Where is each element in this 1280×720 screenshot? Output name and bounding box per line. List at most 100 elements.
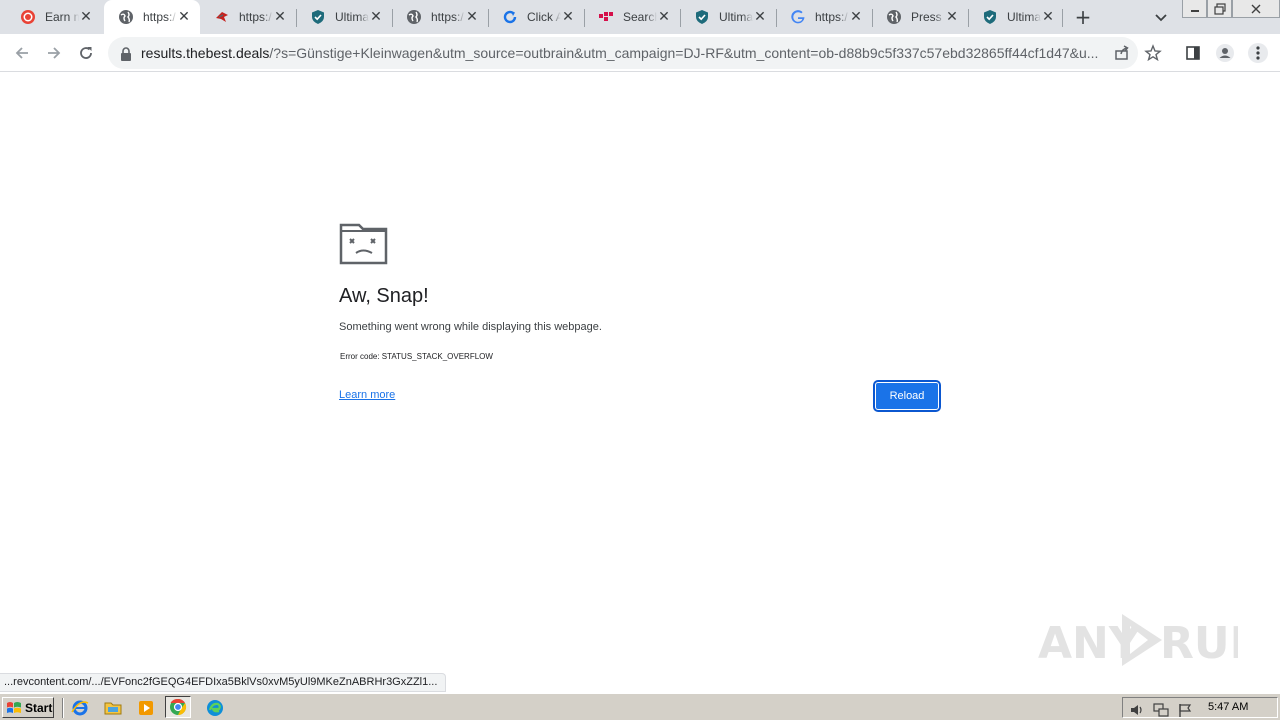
close-icon[interactable]: ✕ — [272, 9, 288, 25]
tab-click[interactable]: Click Al ✕ — [488, 0, 584, 34]
tab-ultima-1[interactable]: Ultima ✕ — [296, 0, 392, 34]
url-host: results.thebest.deals — [141, 45, 270, 61]
tab-divider — [392, 9, 393, 27]
restore-button[interactable] — [1207, 0, 1232, 18]
window-controls — [1182, 0, 1280, 18]
clock[interactable]: 5:47 AM — [1208, 701, 1248, 713]
windows-logo-icon — [7, 701, 21, 713]
close-icon[interactable]: ✕ — [752, 9, 768, 25]
tab-active[interactable]: https:/ ✕ — [104, 0, 200, 34]
share-icon[interactable] — [1113, 44, 1131, 66]
back-button[interactable] — [10, 41, 34, 65]
close-window-button[interactable] — [1232, 0, 1280, 18]
search-brand-icon — [598, 9, 614, 25]
close-icon[interactable]: ✕ — [656, 9, 672, 25]
tab-label: Ultima — [335, 10, 369, 24]
tab-label: Click Al — [527, 10, 561, 24]
tab-label: https:/ — [431, 10, 464, 24]
minimize-button[interactable] — [1182, 0, 1207, 18]
chrome-taskbar-icon[interactable] — [165, 696, 191, 718]
ie-icon[interactable] — [70, 698, 90, 718]
watermark-run: RUN — [1160, 618, 1238, 669]
tab-ultima-2[interactable]: Ultima ✕ — [680, 0, 776, 34]
shield-icon — [694, 9, 710, 25]
windows-taskbar: Start 5:47 AM — [0, 693, 1280, 720]
tab-divider — [872, 9, 873, 27]
close-icon[interactable]: ✕ — [368, 9, 384, 25]
start-label: Start — [25, 700, 53, 715]
link-status-bubble: ...revcontent.com/.../EVFonc2fGEQG4EFDIx… — [0, 673, 447, 692]
tab-earn[interactable]: Earn m ✕ — [6, 0, 102, 34]
tab-divider — [680, 9, 681, 27]
close-icon[interactable]: ✕ — [944, 9, 960, 25]
tab-press[interactable]: Press ✕ — [872, 0, 968, 34]
profile-avatar-icon[interactable] — [1213, 41, 1237, 65]
close-icon[interactable]: ✕ — [1040, 9, 1056, 25]
error-title: Aw, Snap! — [339, 285, 429, 307]
refresh-icon — [502, 9, 518, 25]
globe-icon — [118, 9, 134, 25]
tab-google[interactable]: https:/ ✕ — [776, 0, 872, 34]
tab-label: https:/ — [815, 10, 848, 24]
folder-icon[interactable] — [103, 698, 123, 718]
close-icon[interactable]: ✕ — [560, 9, 576, 25]
close-icon[interactable]: ✕ — [464, 9, 480, 25]
network-icon[interactable] — [1153, 702, 1169, 718]
side-panel-icon[interactable] — [1181, 41, 1205, 65]
error-code: Error code: STATUS_STACK_OVERFLOW — [340, 352, 493, 361]
learn-more-link[interactable]: Learn more — [339, 389, 395, 401]
tab-label: Ultima — [719, 10, 753, 24]
shield-icon — [982, 9, 998, 25]
tab-search[interactable]: Search ✕ — [584, 0, 680, 34]
google-icon — [790, 9, 806, 25]
tab-label: Ultima — [1007, 10, 1041, 24]
bird-icon — [214, 9, 230, 25]
flag-icon[interactable] — [1177, 702, 1193, 718]
screen: Earn m ✕ https:/ ✕ https:/ ✕ Ultima ✕ ht… — [0, 0, 1280, 720]
edge-icon[interactable] — [205, 698, 225, 718]
sad-tab-icon — [339, 223, 389, 269]
chevron-down-icon[interactable] — [1152, 8, 1170, 26]
error-message: Something went wrong while displaying th… — [339, 321, 602, 333]
tab-divider — [296, 9, 297, 27]
forward-button[interactable] — [42, 41, 66, 65]
tab-bird[interactable]: https:/ ✕ — [200, 0, 296, 34]
lock-icon[interactable] — [120, 46, 132, 65]
tab-label: Earn m — [45, 10, 79, 24]
tab-strip: Earn m ✕ https:/ ✕ https:/ ✕ Ultima ✕ ht… — [0, 0, 1280, 34]
reload-button[interactable]: Reload — [873, 380, 941, 412]
tab-divider — [488, 9, 489, 27]
menu-kebab-icon[interactable] — [1246, 41, 1270, 65]
globe-icon — [886, 9, 902, 25]
tab-divider — [968, 9, 969, 27]
tab-label: Press — [911, 10, 942, 24]
tab-label: https:/ — [143, 10, 176, 24]
media-player-icon[interactable] — [136, 698, 156, 718]
taskbar-divider — [62, 698, 64, 718]
anyrun-watermark: ANY RUN — [1038, 608, 1266, 672]
browser-toolbar: results.thebest.deals/?s=Günstige+Kleinw… — [0, 34, 1280, 72]
tab-divider — [584, 9, 585, 27]
close-icon[interactable]: ✕ — [848, 9, 864, 25]
volume-icon[interactable] — [1129, 702, 1145, 718]
url-path: /?s=Günstige+Kleinwagen&utm_source=outbr… — [269, 45, 1099, 61]
tab-divider — [1062, 9, 1063, 27]
tab-ultima-3[interactable]: Ultima ✕ — [968, 0, 1064, 34]
bookmark-star-icon[interactable] — [1144, 44, 1162, 66]
close-icon[interactable]: ✕ — [78, 9, 94, 25]
close-icon[interactable]: ✕ — [176, 9, 192, 25]
url-text[interactable]: results.thebest.deals/?s=Günstige+Kleinw… — [141, 45, 1105, 61]
globe-icon — [406, 9, 422, 25]
reload-icon[interactable] — [74, 41, 98, 65]
start-button[interactable]: Start — [2, 697, 54, 718]
tab-label: Search — [623, 10, 657, 24]
system-tray — [1122, 697, 1278, 718]
tab-label: https:/ — [239, 10, 272, 24]
tab-divider — [776, 9, 777, 27]
address-bar[interactable]: results.thebest.deals/?s=Günstige+Kleinw… — [108, 37, 1162, 69]
shield-icon — [310, 9, 326, 25]
record-icon — [20, 9, 36, 25]
play-icon — [1122, 614, 1162, 666]
new-tab-button[interactable]: + — [1072, 6, 1094, 28]
tab-https-2[interactable]: https:/ ✕ — [392, 0, 488, 34]
